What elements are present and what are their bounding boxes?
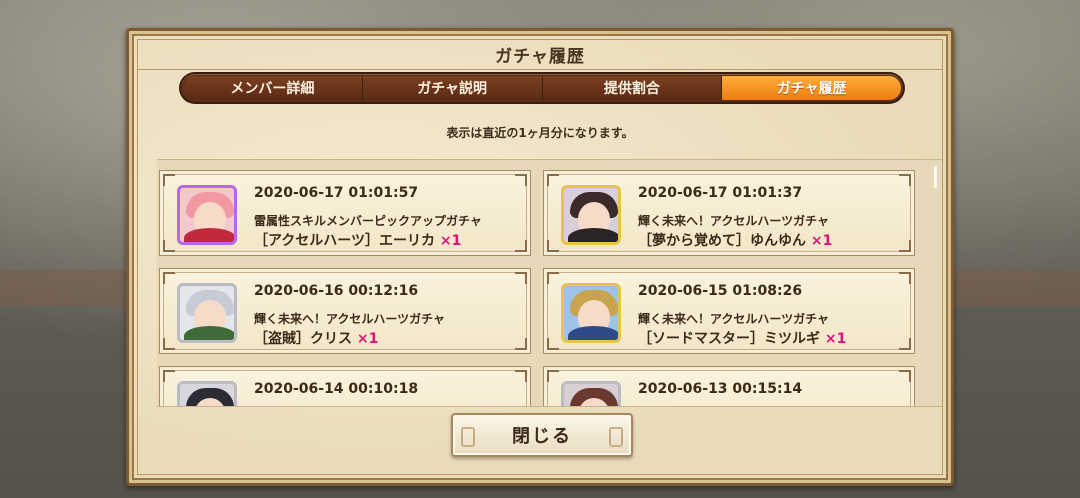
gacha-name: 輝く未来へ！アクセルハーツガチャ bbox=[638, 312, 830, 326]
button-ornament bbox=[609, 427, 623, 447]
list-scrollbar[interactable] bbox=[934, 166, 937, 188]
history-entry: 2020-06-17 01:01:37 輝く未来へ！アクセルハーツガチャ ［夢か… bbox=[543, 170, 915, 256]
history-entry: 2020-06-17 01:01:57 雷属性スキルメンバーピックアップガチャ … bbox=[159, 170, 531, 256]
gacha-name: 雷属性スキルメンバーピックアップガチャ bbox=[254, 214, 482, 228]
history-entry: 2020-06-15 01:08:26 輝く未来へ！アクセルハーツガチャ ［ソー… bbox=[543, 268, 915, 354]
pull-quantity: ×1 bbox=[439, 233, 462, 249]
tab-member-detail[interactable]: メンバー詳細 bbox=[183, 76, 363, 100]
member-portrait bbox=[177, 185, 237, 245]
pull-timestamp: 2020-06-14 00:10:18 bbox=[254, 381, 419, 397]
member-portrait bbox=[561, 185, 621, 245]
history-entry: 2020-06-16 00:12:16 輝く未来へ！アクセルハーツガチャ ［盗賊… bbox=[159, 268, 531, 354]
history-entry: 2020-06-13 00:15:14 bbox=[543, 366, 915, 406]
pull-timestamp: 2020-06-13 00:15:14 bbox=[638, 381, 803, 397]
tab-bar: メンバー詳細 ガチャ説明 提供割合 ガチャ履歴 bbox=[181, 74, 903, 102]
gacha-history-dialog: ガチャ履歴 メンバー詳細 ガチャ説明 提供割合 ガチャ履歴 表示は直近の1ヶ月分… bbox=[126, 28, 954, 486]
pull-timestamp: 2020-06-17 01:01:57 bbox=[254, 185, 419, 201]
member-portrait bbox=[177, 381, 237, 406]
gacha-name: 輝く未来へ！アクセルハーツガチャ bbox=[254, 312, 446, 326]
pull-quantity: ×1 bbox=[356, 331, 379, 347]
member-portrait bbox=[561, 381, 621, 406]
tab-drop-rates[interactable]: 提供割合 bbox=[542, 76, 723, 100]
pull-quantity: ×1 bbox=[810, 233, 833, 249]
tab-gacha-description[interactable]: ガチャ説明 bbox=[362, 76, 543, 100]
pull-timestamp: 2020-06-15 01:08:26 bbox=[638, 283, 803, 299]
member-portrait bbox=[177, 283, 237, 343]
pull-quantity: ×1 bbox=[824, 331, 847, 347]
history-period-notice: 表示は直近の1ヶ月分になります。 bbox=[446, 126, 634, 140]
pull-timestamp: 2020-06-17 01:01:37 bbox=[638, 185, 803, 201]
dialog-header: ガチャ履歴 bbox=[137, 39, 943, 70]
history-entry: 2020-06-14 00:10:18 bbox=[159, 366, 531, 406]
history-list[interactable]: 2020-06-17 01:01:57 雷属性スキルメンバーピックアップガチャ … bbox=[157, 159, 943, 407]
pull-timestamp: 2020-06-16 00:12:16 bbox=[254, 283, 419, 299]
close-button-label: 閉じる bbox=[512, 426, 572, 447]
dialog-title: ガチャ履歴 bbox=[495, 46, 585, 67]
member-portrait bbox=[561, 283, 621, 343]
tab-gacha-history[interactable]: ガチャ履歴 bbox=[722, 76, 901, 100]
gacha-name: 輝く未来へ！アクセルハーツガチャ bbox=[638, 214, 830, 228]
member-name: ［夢から覚めて］ゆんゆん ×1 bbox=[638, 233, 833, 249]
close-button[interactable]: 閉じる bbox=[451, 413, 633, 457]
button-ornament bbox=[461, 427, 475, 447]
member-name: ［アクセルハーツ］エーリカ ×1 bbox=[254, 233, 462, 249]
member-name: ［ソードマスター］ミツルギ ×1 bbox=[638, 331, 847, 347]
member-name: ［盗賊］クリス ×1 bbox=[254, 331, 379, 347]
